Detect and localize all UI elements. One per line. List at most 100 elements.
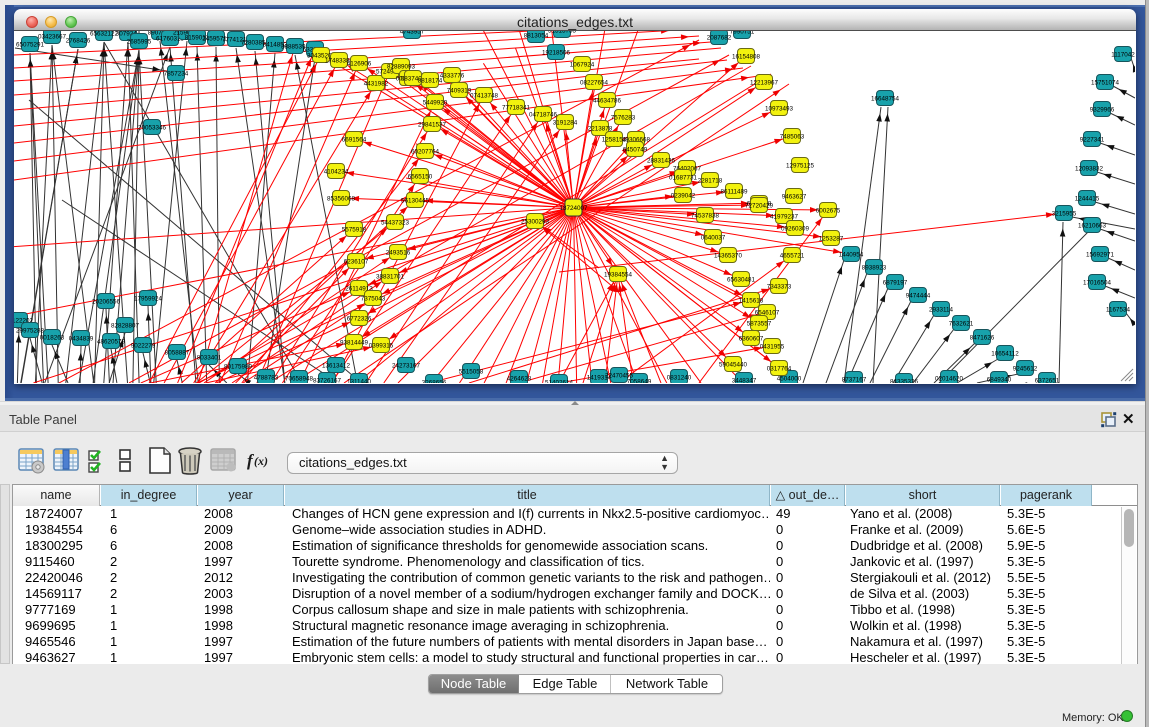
svg-text:7990751: 7990751 <box>730 31 755 35</box>
svg-text:54437323: 54437323 <box>381 219 410 226</box>
svg-text:02014620: 02014620 <box>935 375 964 382</box>
svg-text:5873557: 5873557 <box>747 320 772 327</box>
svg-text:17959924: 17959924 <box>134 295 163 302</box>
svg-text:2493516: 2493516 <box>386 249 411 256</box>
svg-text:8938923: 8938923 <box>862 264 887 271</box>
svg-text:7343373: 7343373 <box>767 283 792 290</box>
svg-text:4743957: 4743957 <box>400 31 425 35</box>
svg-text:19218506: 19218506 <box>542 49 571 56</box>
svg-text:86111489: 86111489 <box>720 188 748 195</box>
svg-text:0317764: 0317764 <box>767 365 792 372</box>
svg-text:4104234: 4104234 <box>324 168 349 175</box>
svg-text:08227654: 08227654 <box>580 79 609 86</box>
svg-text:6450749: 6450749 <box>623 146 648 153</box>
svg-text:04718746: 04718746 <box>529 111 558 118</box>
svg-text:1311440: 1311440 <box>347 378 372 383</box>
svg-text:29841537: 29841537 <box>418 121 447 128</box>
svg-text:2281718: 2281718 <box>698 177 723 184</box>
svg-text:7857234: 7857234 <box>164 70 189 77</box>
svg-text:09260309: 09260309 <box>781 225 810 232</box>
svg-text:2933114: 2933114 <box>929 306 954 313</box>
svg-text:13613412: 13613412 <box>322 362 351 369</box>
svg-text:17016504: 17016504 <box>1083 279 1112 286</box>
svg-text:56130445: 56130445 <box>401 197 430 204</box>
svg-text:84335326: 84335326 <box>890 378 919 383</box>
svg-text:3268656: 3268656 <box>422 379 447 383</box>
svg-text:10654112: 10654112 <box>991 350 1019 357</box>
svg-text:0399315: 0399315 <box>369 342 394 349</box>
svg-text:01687731: 01687731 <box>669 174 698 181</box>
svg-text:60207764: 60207764 <box>411 148 440 155</box>
svg-text:4333776: 4333776 <box>440 72 465 79</box>
svg-text:82828807: 82828807 <box>111 322 140 329</box>
svg-text:03423667: 03423667 <box>38 33 67 40</box>
svg-text:5575918: 5575918 <box>342 226 367 233</box>
svg-text:4655721: 4655721 <box>780 252 805 259</box>
svg-text:4788783: 4788783 <box>254 374 279 381</box>
svg-text:20206556: 20206556 <box>92 298 121 305</box>
svg-text:28831436: 28831436 <box>647 157 676 164</box>
svg-text:6236107: 6236107 <box>344 258 369 265</box>
svg-text:38831701: 38831701 <box>376 273 405 280</box>
svg-text:5449920: 5449920 <box>423 99 448 106</box>
svg-text:41979237: 41979237 <box>770 213 799 220</box>
svg-text:7576283: 7576283 <box>611 114 636 121</box>
svg-text:6691564: 6691564 <box>342 136 367 143</box>
svg-text:9474444: 9474444 <box>906 292 931 299</box>
svg-text:29975288: 29975288 <box>16 327 45 334</box>
svg-text:0434839: 0434839 <box>69 335 94 342</box>
svg-text:6772326: 6772326 <box>347 315 372 322</box>
svg-text:14365370: 14365370 <box>714 252 743 259</box>
svg-text:82889093: 82889093 <box>387 63 416 70</box>
svg-text:59045440: 59045440 <box>719 361 748 368</box>
svg-text:0831240: 0831240 <box>667 374 692 381</box>
svg-text:51313735: 51313735 <box>548 31 577 34</box>
svg-text:0018263: 0018263 <box>40 334 65 341</box>
svg-text:22470455: 22470455 <box>605 372 634 379</box>
svg-text:3215955: 3215955 <box>1052 210 1077 217</box>
svg-text:2087682: 2087682 <box>707 34 732 41</box>
svg-text:1067924: 1067924 <box>570 61 595 68</box>
svg-text:9329966: 9329966 <box>1090 106 1115 113</box>
svg-text:70658948: 70658948 <box>285 375 314 382</box>
svg-text:18724007: 18724007 <box>559 205 588 212</box>
svg-text:83726167: 83726167 <box>313 377 342 383</box>
svg-text:1415618: 1415618 <box>739 297 764 304</box>
svg-text:93814449: 93814449 <box>340 339 369 346</box>
svg-text:20053346: 20053346 <box>138 124 167 131</box>
svg-text:16154808: 16154808 <box>732 53 761 60</box>
svg-text:2685995: 2685995 <box>127 38 152 45</box>
svg-text:4431982: 4431982 <box>364 80 389 87</box>
svg-text:0640037: 0640037 <box>701 234 726 241</box>
svg-text:7485063: 7485063 <box>780 133 805 140</box>
svg-text:3191284: 3191284 <box>553 119 578 126</box>
svg-text:25300293: 25300293 <box>521 218 550 225</box>
svg-text:74537838: 74537838 <box>691 212 720 219</box>
svg-text:24273167: 24273167 <box>392 362 421 369</box>
svg-text:0431955: 0431955 <box>760 343 785 350</box>
svg-text:8058887: 8058887 <box>165 349 190 356</box>
svg-text:12213967: 12213967 <box>750 79 779 86</box>
svg-text:80175989: 80175989 <box>224 363 253 370</box>
svg-text:4126906: 4126906 <box>347 60 372 67</box>
svg-text:65630481: 65630481 <box>727 276 756 283</box>
svg-text:77718341: 77718341 <box>502 104 531 111</box>
svg-text:1253287: 1253287 <box>819 235 844 242</box>
svg-text:9022279: 9022279 <box>131 342 156 349</box>
svg-text:6879197: 6879197 <box>883 279 908 286</box>
svg-text:65632122: 65632122 <box>90 31 119 37</box>
svg-text:0239042: 0239042 <box>671 192 696 199</box>
svg-text:8033401: 8033401 <box>197 354 222 361</box>
svg-text:48620579: 48620579 <box>97 338 126 345</box>
svg-text:6565150: 6565150 <box>408 173 433 180</box>
svg-text:9245612: 9245612 <box>1013 365 1038 372</box>
svg-text:07413748: 07413748 <box>470 92 499 99</box>
svg-text:1117042: 1117042 <box>1111 51 1135 58</box>
svg-text:9227341: 9227341 <box>1080 136 1105 143</box>
svg-text:1440954: 1440954 <box>839 251 864 258</box>
svg-text:44634786: 44634786 <box>593 97 622 104</box>
svg-text:8737167: 8737167 <box>842 376 867 383</box>
svg-text:6360607: 6360607 <box>739 335 764 342</box>
svg-text:1167534: 1167534 <box>1106 306 1131 313</box>
svg-text:7632621: 7632621 <box>949 320 974 327</box>
